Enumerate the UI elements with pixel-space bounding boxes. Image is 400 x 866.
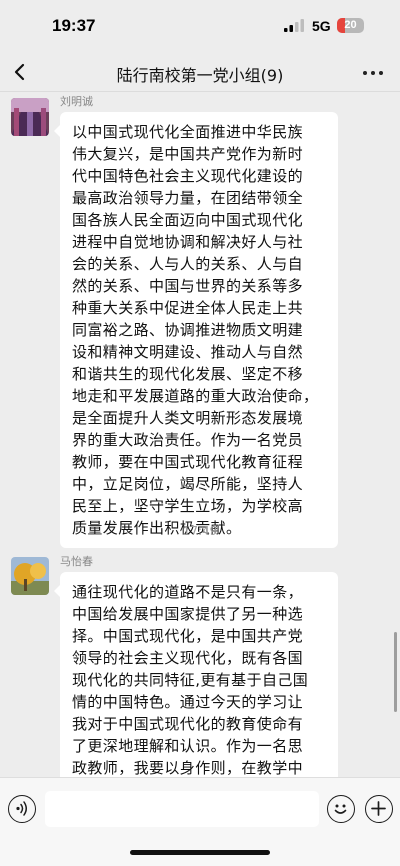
nav-bar: 陆行南校第一党小组(9): [0, 52, 400, 92]
network-label: 5G: [312, 18, 331, 34]
message-timestamp: 17:49: [182, 524, 218, 538]
home-indicator[interactable]: [130, 850, 270, 855]
emoji-icon[interactable]: [327, 795, 355, 823]
sender-name: 刘明诚: [60, 95, 93, 108]
more-dots-icon[interactable]: [360, 62, 386, 82]
signal-icon: [284, 19, 304, 32]
status-time: 19:37: [52, 16, 96, 35]
chevron-left-icon[interactable]: [12, 62, 28, 82]
chat-messages[interactable]: 刘明诚 以中国式现代化全面推进中华民族 伟大复兴，是中国共产党作为新时 代中国特…: [0, 92, 400, 777]
voice-icon[interactable]: [8, 795, 36, 823]
avatar[interactable]: [11, 557, 49, 595]
battery-indicator: 20: [337, 18, 364, 33]
plus-icon[interactable]: [365, 795, 393, 823]
chat-title: 陆行南校第一党小组(9): [116, 66, 284, 85]
message-bubble[interactable]: 以中国式现代化全面推进中华民族 伟大复兴，是中国共产党作为新时 代中国特色社会主…: [54, 112, 338, 548]
avatar[interactable]: [11, 98, 49, 136]
message-input[interactable]: [45, 791, 319, 827]
battery-percent: 20: [344, 19, 357, 31]
sender-name: 马怡春: [60, 555, 93, 568]
scrollbar[interactable]: [394, 632, 397, 712]
message-bubble[interactable]: 通往现代化的道路不是只有一条， 中国给发展中国家提供了另一种选 择。中国式现代化…: [54, 572, 338, 777]
status-bar: 19:37 5G 20: [0, 0, 400, 52]
